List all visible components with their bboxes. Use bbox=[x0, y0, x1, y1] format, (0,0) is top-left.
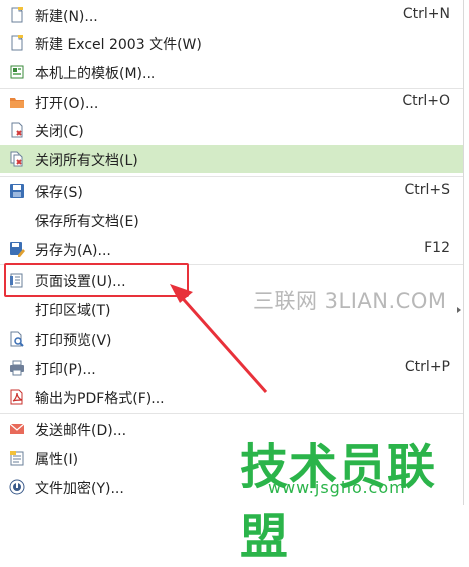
watermark-jsgho-url: www.jsgho.com bbox=[268, 478, 406, 497]
watermark-3lian: 三联网 3LIAN.COM bbox=[253, 289, 447, 313]
watermark-jsgho-logo: 技术员联盟 bbox=[240, 439, 437, 565]
